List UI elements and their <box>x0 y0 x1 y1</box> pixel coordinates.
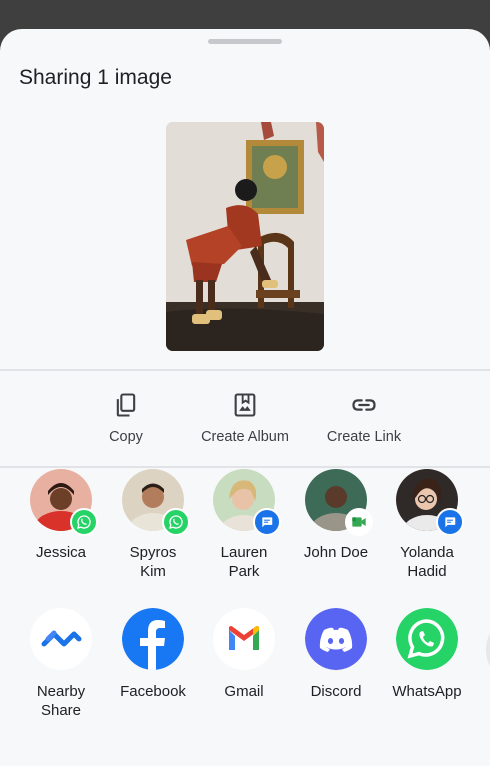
meet-icon <box>345 508 373 536</box>
whatsapp-icon <box>396 608 458 670</box>
create-album-button[interactable]: Create Album <box>185 391 305 445</box>
sheet-title: Sharing 1 image <box>19 66 172 89</box>
person-yolanda-hadid[interactable]: Yolanda Hadid <box>381 469 473 581</box>
app-gmail[interactable]: Gmail <box>198 608 290 701</box>
divider-bottom <box>0 466 490 468</box>
app-nearby-share[interactable]: Nearby Share <box>15 608 107 720</box>
copy-label: Copy <box>109 429 143 445</box>
person-name: Spyros Kim <box>129 544 177 580</box>
avatar <box>122 469 190 536</box>
discord-icon <box>305 608 367 670</box>
gmail-icon <box>213 608 275 670</box>
app-whatsapp[interactable]: WhatsApp <box>381 608 473 701</box>
avatar <box>305 469 373 536</box>
avatar <box>213 469 281 536</box>
copy-button[interactable]: Copy <box>66 391 186 445</box>
messages-icon <box>253 508 281 536</box>
app-name: Discord <box>310 683 362 700</box>
person-john-doe[interactable]: John Doe <box>290 469 382 562</box>
divider-top <box>0 369 490 371</box>
link-icon <box>350 391 378 419</box>
whatsapp-icon <box>162 508 190 536</box>
app-facebook[interactable]: Facebook <box>107 608 199 701</box>
image-preview <box>166 122 324 351</box>
app-name: Nearby Share <box>36 683 86 719</box>
person-jessica[interactable]: Jessica <box>15 469 107 562</box>
create-link-label: Create Link <box>326 429 402 445</box>
app-discord[interactable]: Discord <box>290 608 382 701</box>
person-lauren-park[interactable]: Lauren Park <box>198 469 290 581</box>
person-name: Jessica <box>35 544 87 561</box>
facebook-icon <box>122 608 184 670</box>
messages-icon <box>436 508 464 536</box>
create-album-label: Create Album <box>201 429 289 445</box>
avatar <box>30 469 98 536</box>
app-name: WhatsApp <box>392 683 462 700</box>
create-link-button[interactable]: Create Link <box>304 391 424 445</box>
album-icon <box>231 391 259 419</box>
person-name: John Doe <box>303 544 369 561</box>
whatsapp-icon <box>70 508 98 536</box>
app-name: Gmail <box>224 683 264 700</box>
person-name: Yolanda Hadid <box>400 544 454 580</box>
copy-icon <box>112 391 140 419</box>
app-name: Facebook <box>120 683 186 700</box>
avatar <box>396 469 464 536</box>
nearby-share-icon <box>30 608 92 670</box>
person-spyros-kim[interactable]: Spyros Kim <box>107 469 199 581</box>
drag-handle[interactable] <box>208 39 282 44</box>
person-name: Lauren Park <box>220 544 268 580</box>
